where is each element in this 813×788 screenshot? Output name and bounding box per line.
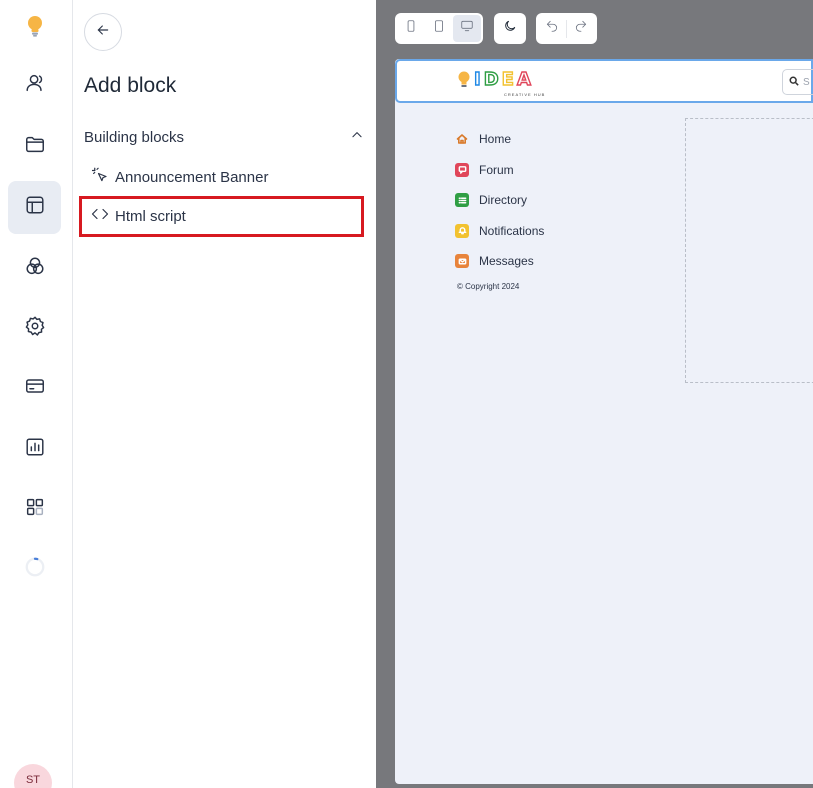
gear-icon	[24, 315, 46, 342]
nav-item-directory[interactable]: Directory	[455, 185, 544, 216]
logo-subtitle: CREATIVE HUB	[504, 92, 546, 97]
apps-grid-icon	[24, 496, 46, 523]
arrow-left-icon	[95, 22, 111, 43]
chat-icon	[455, 162, 469, 177]
layout-icon	[24, 194, 46, 221]
logo-text: IDEA	[473, 68, 534, 90]
nav-label: Home	[479, 132, 512, 147]
chart-icon	[24, 436, 46, 463]
nav-item-notifications[interactable]: Notifications	[455, 216, 544, 247]
app-logo[interactable]	[8, 2, 61, 55]
folder-icon	[24, 133, 46, 160]
logo-letter: E	[501, 68, 517, 90]
app-root: ST Add block Building blocks Announcemen…	[0, 0, 813, 788]
section-label: Building blocks	[84, 128, 185, 146]
dark-mode-button[interactable]	[496, 15, 524, 42]
panel-title: Add block	[84, 74, 177, 97]
credit-card-icon	[24, 375, 46, 402]
logo-wordmark: IDEA	[473, 68, 534, 90]
sidebar-item-files[interactable]	[8, 120, 61, 173]
logo-letter: I	[473, 68, 484, 90]
loading-spinner-icon	[24, 556, 46, 583]
sparkle-cursor-icon	[91, 166, 109, 189]
avatar-initials: ST	[25, 774, 41, 786]
mobile-view-button[interactable]	[397, 15, 425, 42]
nav-label: Notifications	[479, 223, 545, 238]
sidebar-item-analytics[interactable]	[8, 423, 61, 476]
back-button[interactable]	[84, 13, 122, 51]
nav-label: Messages	[479, 254, 534, 269]
list-icon	[455, 193, 469, 208]
sidebar-rail: ST	[0, 0, 73, 788]
undo-icon	[545, 19, 559, 38]
chevron-up-icon	[350, 128, 364, 147]
preview-area: IDEA CREATIVE HUB S Home Forum Directory…	[376, 0, 813, 788]
block-label: Announcement Banner	[115, 168, 269, 186]
block-dropzone[interactable]	[685, 118, 813, 383]
tablet-view-button[interactable]	[425, 15, 453, 42]
circles-icon	[24, 255, 46, 282]
redo-icon	[574, 19, 588, 38]
logo-letter: A	[516, 68, 534, 90]
copyright-text: © Copyright 2024	[457, 282, 520, 291]
nav-label: Forum	[479, 162, 514, 177]
mobile-icon	[404, 19, 418, 38]
nav-item-home[interactable]: Home	[455, 124, 544, 155]
home-icon	[455, 132, 469, 146]
desktop-icon	[460, 19, 474, 38]
sidebar-item-billing[interactable]	[8, 362, 61, 415]
moon-icon	[503, 19, 517, 38]
user-avatar[interactable]: ST	[14, 764, 52, 788]
sidebar-item-settings[interactable]	[8, 302, 61, 355]
logo-letter: D	[483, 68, 502, 90]
add-block-panel: Add block Building blocks Announcement B…	[73, 0, 376, 788]
undo-button[interactable]	[538, 15, 566, 42]
desktop-view-button[interactable]	[453, 15, 481, 42]
history-group	[536, 13, 597, 44]
sidebar-item-users[interactable]	[8, 59, 61, 112]
block-announcement-banner[interactable]: Announcement Banner	[79, 158, 268, 196]
sidebar-item-layout[interactable]	[8, 181, 61, 234]
sidebar-item-progress[interactable]	[8, 543, 61, 596]
site-logo[interactable]: IDEA	[457, 68, 534, 91]
site-nav: Home Forum Directory Notifications Messa…	[455, 124, 544, 277]
building-blocks-section-toggle[interactable]: Building blocks	[84, 127, 364, 147]
nav-label: Directory	[479, 193, 528, 208]
search-input[interactable]: S	[782, 69, 813, 95]
tablet-icon	[432, 19, 446, 38]
lightbulb-logo-icon	[23, 14, 47, 43]
nav-item-messages[interactable]: Messages	[455, 246, 544, 277]
redo-button[interactable]	[567, 15, 595, 42]
device-switcher	[395, 13, 483, 44]
mail-icon	[455, 254, 469, 269]
theme-toggle-group	[494, 13, 526, 44]
highlight-box	[79, 196, 364, 237]
sidebar-item-integrations[interactable]	[8, 242, 61, 295]
bell-icon	[455, 223, 469, 238]
search-icon	[789, 73, 799, 91]
sidebar-item-apps[interactable]	[8, 483, 61, 536]
preview-canvas: IDEA CREATIVE HUB S Home Forum Directory…	[395, 59, 813, 784]
user-icon	[24, 72, 46, 99]
nav-item-forum[interactable]: Forum	[455, 155, 544, 186]
lightbulb-icon	[457, 70, 471, 90]
search-placeholder: S	[803, 76, 810, 88]
site-header[interactable]: IDEA CREATIVE HUB S	[395, 59, 813, 103]
